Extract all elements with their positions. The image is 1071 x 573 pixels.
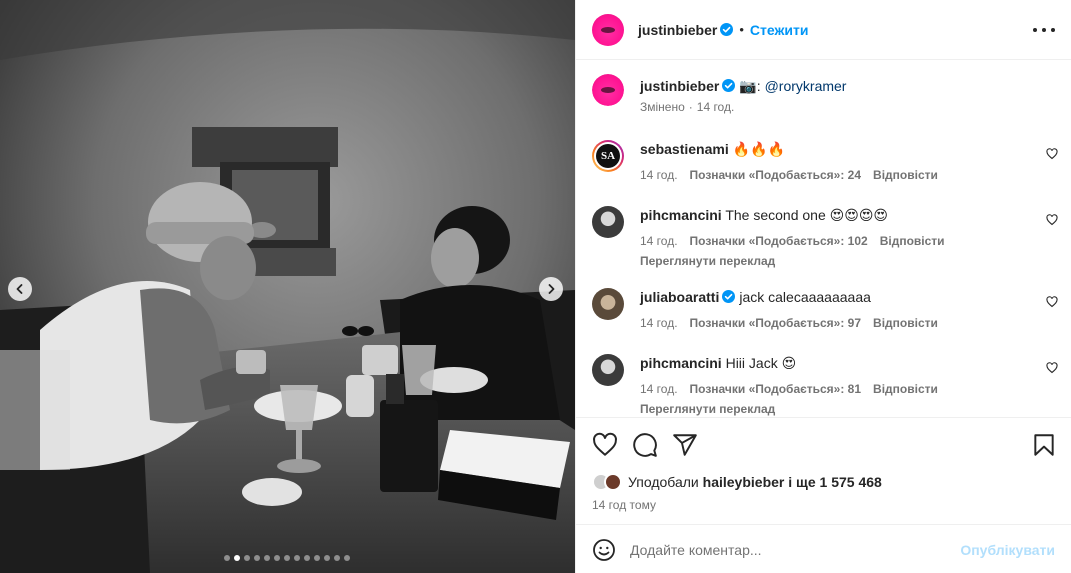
reply-button[interactable]: Відповісти: [873, 316, 938, 330]
post-media: [0, 0, 575, 573]
comment-likes[interactable]: Позначки «Подобається»: 102: [690, 234, 868, 248]
carousel-dot: [234, 555, 240, 561]
post-photo: [0, 0, 575, 573]
author-username[interactable]: justinbieber: [638, 22, 717, 38]
verified-icon: [722, 290, 736, 303]
see-translation-link[interactable]: Переглянути переклад: [640, 402, 1062, 416]
comment-icon[interactable]: [632, 432, 658, 458]
carousel-next-button[interactable]: [539, 277, 563, 301]
edited-separator: ·: [688, 100, 693, 114]
caption-username[interactable]: justinbieber: [640, 78, 719, 94]
carousel-dot: [254, 555, 260, 561]
edited-time[interactable]: 14 год.: [697, 100, 735, 114]
comment-username[interactable]: sebastienami: [640, 141, 729, 157]
reply-button[interactable]: Відповісти: [880, 234, 945, 248]
comment-text: jack calecaaaaaaaaa: [739, 289, 871, 305]
edited-label: Змінено: [640, 100, 685, 114]
bookmark-icon[interactable]: [1031, 432, 1057, 458]
likes-prefix: Уподобали: [628, 474, 703, 490]
carousel-prev-button[interactable]: [8, 277, 32, 301]
avatar-initials: SA: [596, 144, 620, 168]
likes-count[interactable]: і ще 1 575 468: [784, 474, 882, 490]
post-actions: Уподобали haileybieber і ще 1 575 468 14…: [576, 417, 1071, 573]
comment-item: SA sebastienami 🔥🔥🔥 14 год. Позначки «По…: [592, 140, 1062, 182]
comment-time[interactable]: 14 год.: [640, 168, 678, 182]
liker-username[interactable]: haileybieber: [703, 474, 785, 490]
post-timestamp[interactable]: 14 год тому: [592, 498, 656, 512]
comment-time[interactable]: 14 год.: [640, 316, 678, 330]
comment-input[interactable]: [630, 541, 961, 558]
carousel-dot: [264, 555, 270, 561]
comment-username[interactable]: juliaboaratti: [640, 289, 719, 305]
comment-item: juliaboaratti jack calecaaaaaaaaa 14 год.…: [592, 288, 1062, 330]
likes-summary: Уподобали haileybieber і ще 1 575 468: [592, 473, 882, 491]
author-avatar[interactable]: [592, 13, 624, 46]
post-header: justinbieber • Стежити: [576, 0, 1071, 60]
carousel-indicator: [224, 555, 350, 561]
post-side-panel: justinbieber • Стежити justinbieber 📷: @…: [575, 0, 1071, 573]
more-options-button[interactable]: [1033, 20, 1055, 40]
carousel-dot: [224, 555, 230, 561]
comment-username[interactable]: pihcmancini: [640, 355, 722, 371]
carousel-dot: [334, 555, 340, 561]
comment-text: The second one 😍😍😍😍: [725, 207, 889, 223]
verified-icon: [722, 79, 736, 92]
carousel-dot: [304, 555, 310, 561]
comment-time[interactable]: 14 год.: [640, 234, 678, 248]
share-icon[interactable]: [672, 432, 698, 458]
comment-item: pihcmancini Hiii Jack 😍 14 год. Позначки…: [592, 354, 1062, 416]
comment-item: pihcmancini The second one 😍😍😍😍 14 год. …: [592, 206, 1062, 268]
caption-text: 📷:: [739, 78, 765, 94]
commenter-avatar[interactable]: SA: [592, 140, 624, 172]
header-separator: •: [739, 22, 744, 37]
carousel-dot: [344, 555, 350, 561]
heart-icon[interactable]: [1046, 362, 1058, 374]
post-dialog: justinbieber • Стежити justinbieber 📷: @…: [0, 0, 1071, 573]
heart-icon[interactable]: [1046, 214, 1058, 226]
heart-icon[interactable]: [1046, 148, 1058, 160]
publish-button[interactable]: Опублікувати: [960, 542, 1055, 558]
carousel-dot: [274, 555, 280, 561]
emoji-icon[interactable]: [592, 538, 616, 562]
add-comment-form: Опублікувати: [576, 524, 1071, 573]
comment-text: 🔥🔥🔥: [732, 141, 785, 157]
commenter-avatar[interactable]: [592, 206, 624, 238]
heart-icon[interactable]: [592, 432, 618, 458]
chevron-right-icon: [548, 284, 555, 294]
see-translation-link[interactable]: Переглянути переклад: [640, 254, 1062, 268]
follow-button[interactable]: Стежити: [750, 22, 809, 38]
chevron-left-icon: [16, 284, 23, 294]
reply-button[interactable]: Відповісти: [873, 382, 938, 396]
comment-time[interactable]: 14 год.: [640, 382, 678, 396]
action-icons-row: [592, 432, 1057, 458]
comment-likes[interactable]: Позначки «Подобається»: 24: [690, 168, 861, 182]
liker-avatar[interactable]: [604, 473, 622, 491]
heart-icon[interactable]: [1046, 296, 1058, 308]
comment-likes[interactable]: Позначки «Подобається»: 97: [690, 316, 861, 330]
verified-icon: [720, 23, 734, 36]
commenter-avatar[interactable]: [592, 288, 624, 320]
comment-username[interactable]: pihcmancini: [640, 207, 722, 223]
caption-avatar[interactable]: [592, 74, 624, 106]
carousel-dot: [284, 555, 290, 561]
carousel-dot: [244, 555, 250, 561]
comment-text: Hiii Jack 😍: [725, 355, 797, 371]
carousel-dot: [294, 555, 300, 561]
reply-button[interactable]: Відповісти: [873, 168, 938, 182]
comment-likes[interactable]: Позначки «Подобається»: 81: [690, 382, 861, 396]
carousel-dot: [314, 555, 320, 561]
caption-mention-link[interactable]: @rorykramer: [765, 78, 847, 94]
post-caption: justinbieber 📷: @rorykramer Змінено · 14 …: [592, 74, 1062, 114]
more-icon: [1033, 28, 1037, 32]
commenter-avatar[interactable]: [592, 354, 624, 386]
carousel-dot: [324, 555, 330, 561]
comments-list[interactable]: justinbieber 📷: @rorykramer Змінено · 14 …: [576, 60, 1071, 417]
